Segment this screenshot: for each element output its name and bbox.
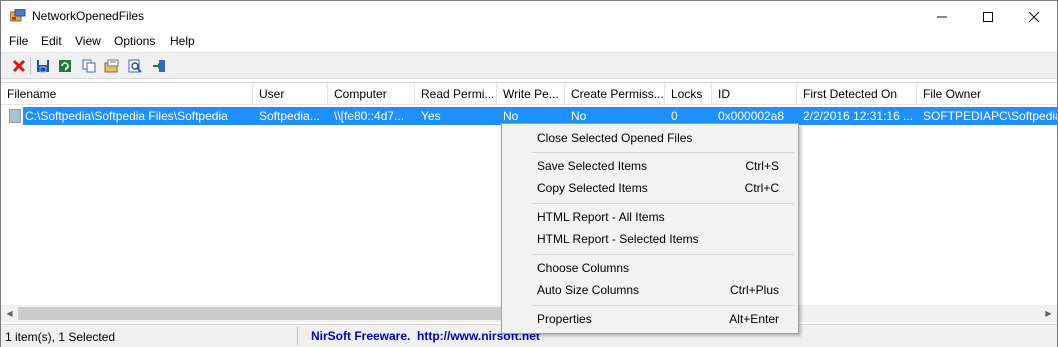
close-icon: [1029, 11, 1039, 22]
menu-item-label: Choose Columns: [537, 261, 630, 275]
title-bar[interactable]: NetworkOpenedFiles: [1, 1, 1057, 32]
menu-item-label: HTML Report - Selected Items: [537, 232, 699, 246]
status-divider: [297, 327, 298, 345]
menu-item-label: Close Selected Opened Files: [537, 131, 693, 145]
menu-item-html-report-selected[interactable]: HTML Report - Selected Items: [505, 228, 795, 250]
menu-options[interactable]: Options: [114, 34, 155, 48]
window-title: NetworkOpenedFiles: [32, 9, 145, 23]
menu-item-label: HTML Report - All Items: [537, 210, 665, 224]
app-window: NetworkOpenedFiles File Edit View Option…: [0, 0, 1058, 347]
menu-file[interactable]: File: [9, 34, 28, 48]
scrollbar-thumb[interactable]: [18, 307, 518, 320]
toolbar: [1, 52, 1057, 79]
menu-separator: [532, 203, 794, 204]
app-icon: [9, 8, 26, 23]
close-button[interactable]: [1011, 1, 1057, 32]
menu-separator: [532, 254, 794, 255]
save-icon: [37, 60, 49, 73]
column-write[interactable]: Write Pe...: [497, 83, 565, 105]
menu-item-label: Copy Selected Items: [537, 181, 648, 195]
scroll-left-icon[interactable]: ◀: [1, 305, 18, 322]
minimize-icon: [937, 16, 947, 17]
column-create[interactable]: Create Permiss...: [565, 83, 665, 105]
status-item-count: 1 item(s), 1 Selected: [5, 330, 116, 344]
menu-separator: [532, 152, 794, 153]
column-user[interactable]: User: [253, 83, 328, 105]
minimize-button[interactable]: [919, 1, 965, 32]
menu-item-label: Properties: [537, 312, 592, 326]
toolbar-separator: [30, 57, 31, 75]
menu-item-shortcut: Ctrl+S: [745, 159, 779, 173]
cell-user: Softpedia...: [259, 109, 320, 123]
cell-computer: \\[fe80::4d7...: [334, 109, 405, 123]
menu-item-auto-size-columns[interactable]: Auto Size Columns Ctrl+Plus: [505, 279, 795, 301]
menu-edit[interactable]: Edit: [41, 34, 62, 48]
column-file-owner[interactable]: File Owner: [917, 83, 1057, 105]
menu-item-shortcut: Alt+Enter: [729, 312, 779, 326]
refresh-button[interactable]: [56, 57, 74, 75]
menu-item-save-selected[interactable]: Save Selected Items Ctrl+S: [505, 155, 795, 177]
close-files-button[interactable]: [10, 57, 28, 75]
menu-item-shortcut: Ctrl+Plus: [729, 283, 779, 297]
cell-file-owner: SOFTPEDIAPC\Softpedia-...: [923, 109, 1057, 123]
column-header: Filename User Computer Read Permi... Wri…: [1, 83, 1057, 105]
close-files-icon: [12, 59, 26, 73]
column-first-detected[interactable]: First Detected On: [797, 83, 917, 105]
menu-help[interactable]: Help: [170, 34, 195, 48]
copy-button[interactable]: [80, 57, 98, 75]
menu-item-properties[interactable]: Properties Alt+Enter: [505, 308, 795, 330]
column-id[interactable]: ID: [712, 83, 797, 105]
column-locks[interactable]: Locks: [665, 83, 712, 105]
file-icon: [9, 109, 21, 123]
exit-button[interactable]: [150, 57, 168, 75]
menu-item-label: Auto Size Columns: [537, 283, 640, 297]
menu-separator: [532, 305, 794, 306]
exit-icon: [153, 60, 165, 72]
scroll-right-icon[interactable]: ▶: [1040, 305, 1057, 322]
column-computer[interactable]: Computer: [328, 83, 415, 105]
find-button[interactable]: [126, 57, 144, 75]
column-filename[interactable]: Filename: [1, 83, 253, 105]
find-icon: [128, 59, 142, 73]
menu-item-label: Save Selected Items: [537, 159, 648, 173]
properties-icon: [104, 59, 119, 73]
refresh-icon: [59, 60, 71, 72]
cell-filename: C:\Softpedia\Softpedia Files\Softpedia: [25, 109, 228, 123]
menu-item-copy-selected[interactable]: Copy Selected Items Ctrl+C: [505, 177, 795, 199]
context-menu: Close Selected Opened Files Save Selecte…: [501, 123, 799, 334]
maximize-icon: [983, 11, 993, 22]
menu-bar: File Edit View Options Help: [1, 32, 1057, 52]
menu-item-close-selected[interactable]: Close Selected Opened Files: [505, 127, 795, 149]
maximize-button[interactable]: [965, 1, 1011, 32]
save-button[interactable]: [34, 57, 52, 75]
menu-item-choose-columns[interactable]: Choose Columns: [505, 257, 795, 279]
menu-item-shortcut: Ctrl+C: [744, 181, 779, 195]
column-read[interactable]: Read Permi...: [415, 83, 497, 105]
cell-first-detected: 2/2/2016 12:31:16 ...: [803, 109, 914, 123]
properties-button[interactable]: [103, 57, 121, 75]
menu-item-html-report-all[interactable]: HTML Report - All Items: [505, 206, 795, 228]
menu-view[interactable]: View: [75, 34, 101, 48]
copy-icon: [82, 59, 96, 73]
